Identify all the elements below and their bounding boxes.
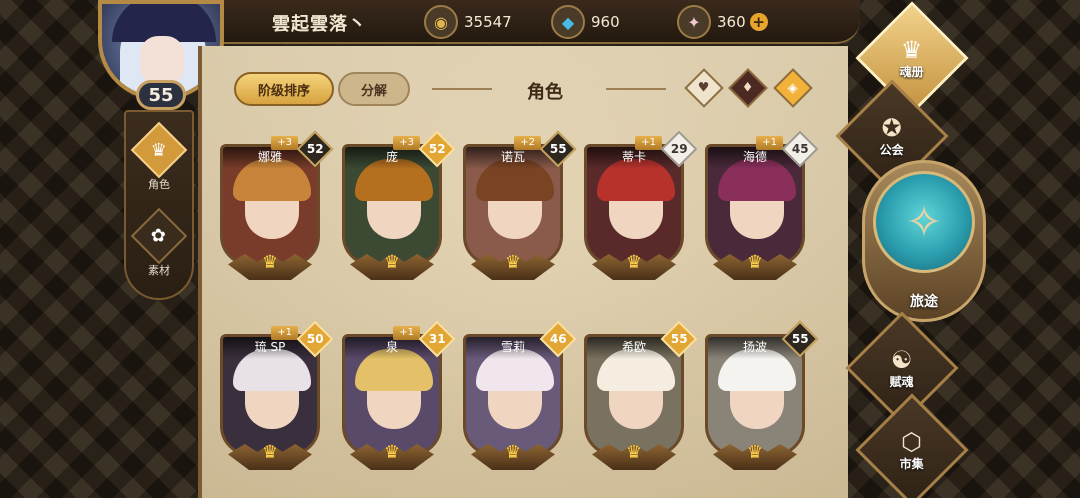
nav-materials-label: 素材	[148, 264, 170, 277]
guild-label: 公会	[879, 142, 905, 157]
hero-upgrade-badge: +1	[635, 136, 662, 150]
hero-upgrade-badge: +1	[393, 326, 420, 340]
soul-book-label: 魂册	[899, 64, 925, 79]
soul-infuse-icon: ☯	[891, 345, 913, 374]
hero-portrait-frame: 扬波	[705, 334, 805, 456]
hero-card[interactable]: 蒂卡 +1 29 ♛	[584, 130, 698, 286]
player-level-badge: 55	[136, 80, 186, 110]
add-gem-button[interactable]: +	[749, 13, 768, 31]
currency-crystal[interactable]: ◆ 960	[551, 5, 620, 39]
section-title: 角色	[527, 82, 563, 103]
crown-icon: ♛	[261, 252, 279, 273]
hero-card[interactable]: 海德 +1 45 ♛	[705, 130, 819, 286]
hero-upgrade-badge: +3	[271, 136, 298, 150]
pink-gem-icon: ✦	[677, 5, 711, 39]
hero-portrait-frame: 希欧	[584, 334, 684, 456]
crown-icon: ♛	[625, 442, 643, 463]
hero-card[interactable]: 希欧 55 ♛	[584, 320, 698, 476]
journey-button[interactable]: ✧ 旅途	[862, 160, 986, 322]
hero-portrait-frame: 琉 SP	[220, 334, 320, 456]
hero-upgrade-badge: +3	[393, 136, 420, 150]
gold-coin-icon: ◉	[424, 5, 458, 39]
hero-card[interactable]: 扬波 55 ♛	[705, 320, 819, 476]
crown-icon: ♛	[504, 442, 522, 463]
market-button[interactable]: ⬡ 市集	[855, 393, 969, 498]
crown-icon: ♛	[261, 442, 279, 463]
currency-gold[interactable]: ◉ 35547	[424, 5, 512, 39]
journey-compass-icon: ✧	[873, 171, 975, 273]
market-label: 市集	[899, 456, 925, 471]
hero-upgrade-badge: +2	[514, 136, 541, 150]
hero-card[interactable]: 雪莉 46 ♛	[463, 320, 577, 476]
tab-sort-by-rank[interactable]: 阶级排序	[234, 72, 334, 106]
crown-icon: ♛	[746, 442, 764, 463]
journey-label: 旅途	[910, 294, 938, 310]
player-name: 雲起雲落丶	[272, 14, 367, 35]
hero-portrait-frame: 庞	[342, 144, 442, 266]
materials-icon: ✿	[130, 207, 188, 265]
hero-portrait-frame: 蒂卡	[584, 144, 684, 266]
crown-icon: ♛	[383, 252, 401, 273]
crown-icon: ♛	[504, 252, 522, 273]
nav-characters-label: 角色	[148, 178, 170, 191]
hero-portrait-frame: 雪莉	[463, 334, 563, 456]
soul-infuse-label: 赋魂	[889, 374, 915, 389]
nav-materials[interactable]: ✿ 素材	[129, 207, 189, 282]
hero-upgrade-badge: +1	[756, 136, 783, 150]
tab-dismantle[interactable]: 分解	[338, 72, 410, 106]
crown-icon: ♛	[383, 442, 401, 463]
crown-icon: ♛	[625, 252, 643, 273]
guild-icon: ✪	[881, 113, 903, 142]
hero-upgrade-badge: +1	[271, 326, 298, 340]
hero-portrait-frame: 诺瓦	[463, 144, 563, 266]
hero-portrait-frame: 娜雅	[220, 144, 320, 266]
blue-crystal-icon: ◆	[551, 5, 585, 39]
gold-value: 35547	[464, 13, 512, 31]
hero-portrait-frame: 海德	[705, 144, 805, 266]
hero-card[interactable]: 诺瓦 +2 55 ♛	[463, 130, 577, 286]
crown-icon: ♛	[746, 252, 764, 273]
market-icon: ⬡	[901, 427, 923, 456]
nav-characters[interactable]: ♛ 角色	[129, 121, 189, 196]
character-helmet-icon: ♛	[130, 121, 188, 179]
title-ornament-right	[606, 88, 666, 90]
hero-card[interactable]: 泉 +1 31 ♛	[342, 320, 456, 476]
gem-value: 360	[717, 13, 746, 31]
left-category-nav: ♛ 角色 ✿ 素材	[124, 110, 194, 300]
hero-card[interactable]: 娜雅 +3 52 ♛	[220, 130, 334, 286]
currency-gem[interactable]: ✦ 360 +	[677, 5, 768, 39]
crystal-value: 960	[591, 13, 620, 31]
hero-portrait-frame: 泉	[342, 334, 442, 456]
hero-card[interactable]: 庞 +3 52 ♛	[342, 130, 456, 286]
soul-book-icon: ♛	[901, 35, 923, 64]
hero-card[interactable]: 琉 SP +1 50 ♛	[220, 320, 334, 476]
